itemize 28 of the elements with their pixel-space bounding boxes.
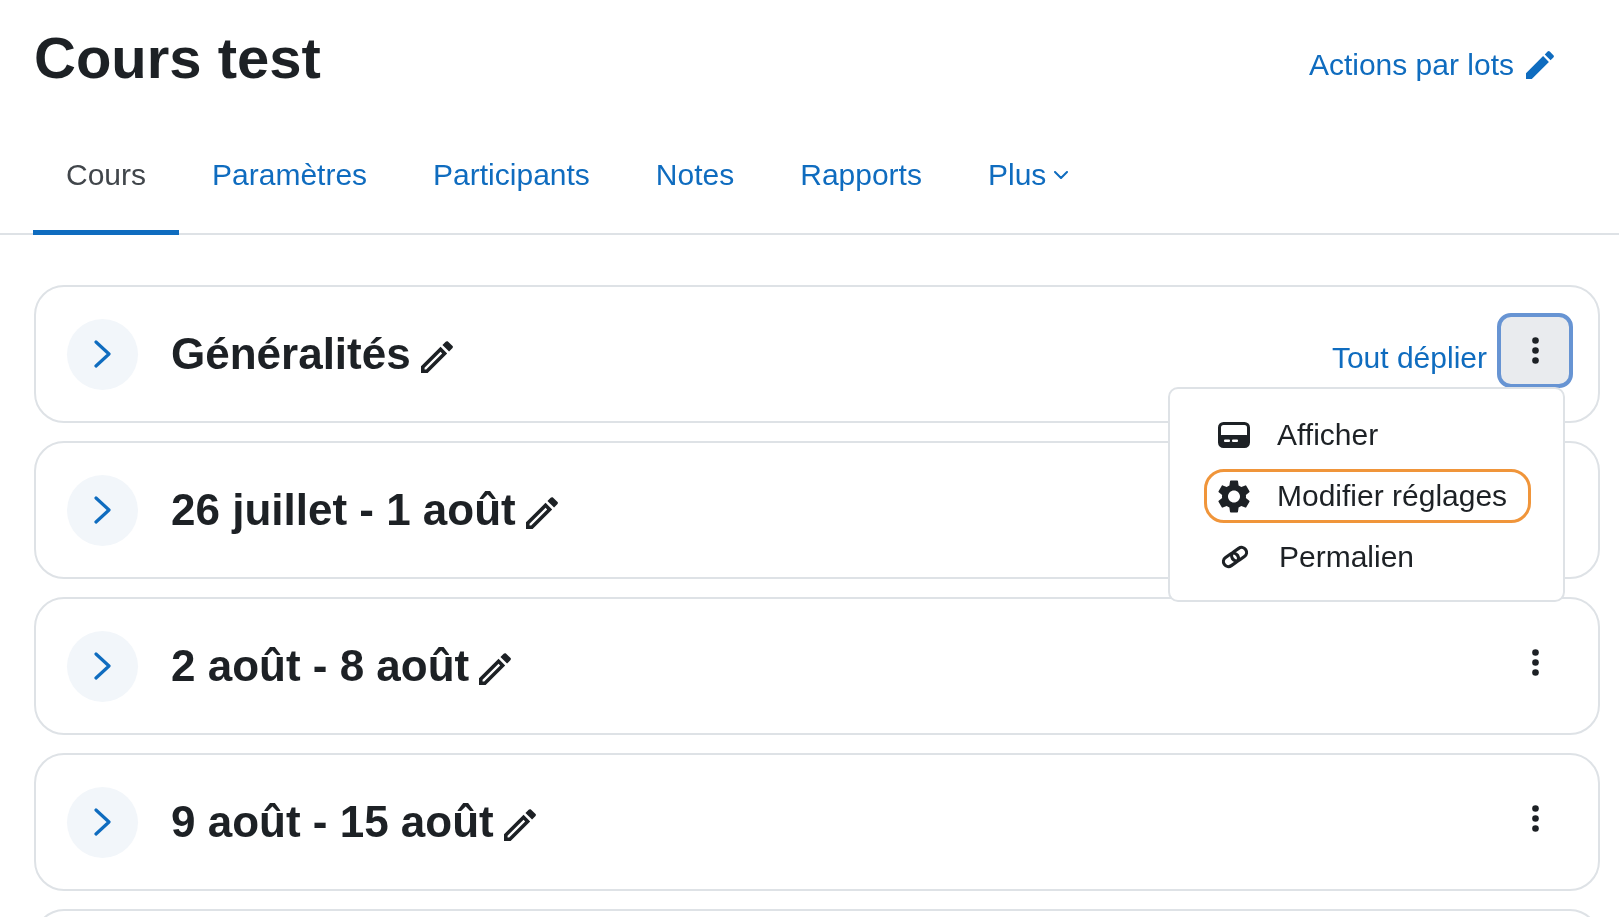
gear-icon [1218,479,1250,513]
section-title: 2 août - 8 août [171,644,470,688]
section-title: 26 juillet - 1 août [171,488,516,532]
caret-icon [1054,171,1069,179]
tab[interactable]: Cours [33,133,180,235]
kebab-icon[interactable] [1531,648,1539,676]
expand-all-link[interactable]: Tout déplier [1331,343,1487,373]
pencil-icon[interactable] [479,653,512,685]
menu-item[interactable]: Modifier réglages [1204,469,1531,523]
section-title: Généralités [171,332,411,376]
tab[interactable]: Plus [954,133,1102,235]
page-title: Cours test [34,29,321,87]
tab[interactable]: Rapports [767,133,955,235]
tab[interactable]: Notes [622,133,768,235]
pencil-icon[interactable] [525,497,558,529]
kebab-icon [1531,336,1539,364]
pencil-icon[interactable] [420,341,453,373]
card-icon [1218,422,1250,448]
menu-item[interactable]: Afficher [1204,408,1531,462]
pencil-icon [1526,51,1554,79]
kebab-icon[interactable] [1531,804,1539,832]
bulk-actions-link[interactable]: Actions par lots [1308,50,1554,80]
tab[interactable]: Participants [400,133,623,235]
more-button[interactable] [1497,312,1573,388]
tab[interactable]: Paramètres [179,133,401,235]
section-title: 9 août - 15 août [171,800,494,844]
menu-item[interactable]: Permalien [1204,530,1531,584]
pencil-icon[interactable] [503,809,536,841]
